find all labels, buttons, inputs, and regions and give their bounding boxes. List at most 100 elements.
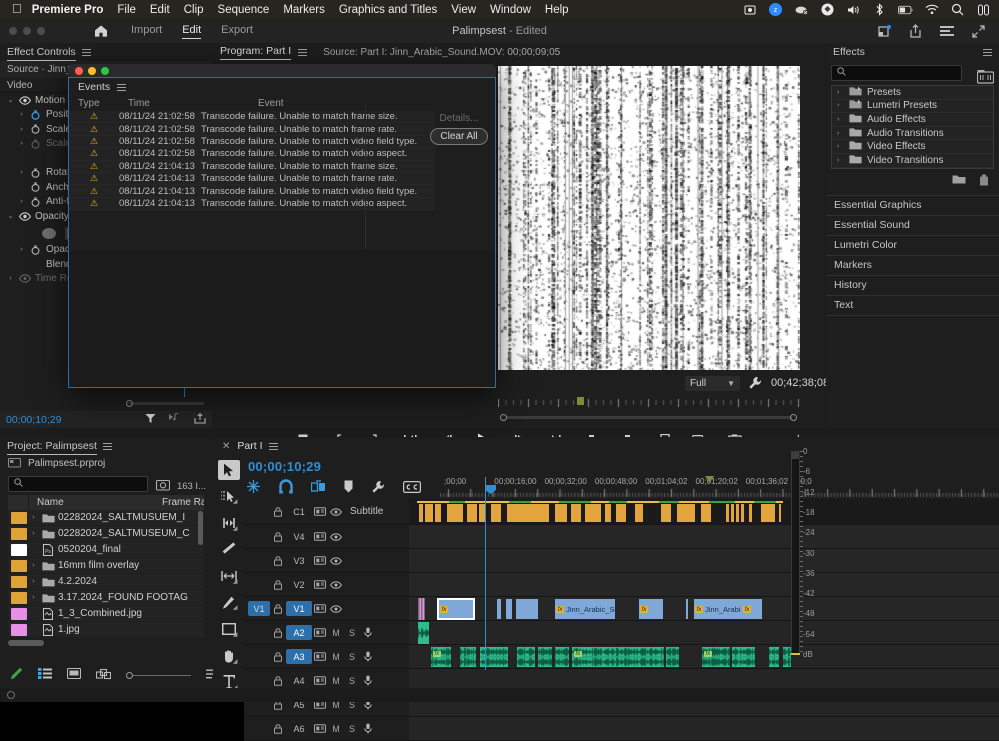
monitor-menu-icon[interactable] bbox=[298, 47, 307, 58]
track-sync-lock-icon[interactable] bbox=[312, 504, 328, 520]
track-sync-lock-icon[interactable] bbox=[312, 673, 328, 689]
project-item-row[interactable]: › 4.2.2024 bbox=[8, 574, 204, 590]
track-target-c1[interactable] bbox=[248, 504, 270, 519]
snap-linked-selection-icon[interactable] bbox=[246, 479, 261, 497]
active-app-name[interactable]: Premiere Pro bbox=[32, 4, 104, 16]
project-item-color-swatch[interactable] bbox=[11, 576, 27, 588]
track-output-icon[interactable] bbox=[328, 577, 344, 593]
home-icon[interactable] bbox=[93, 24, 109, 38]
project-search-input[interactable] bbox=[23, 479, 155, 490]
eye-icon[interactable] bbox=[17, 96, 32, 105]
add-marker-icon[interactable] bbox=[344, 480, 353, 496]
audio-clip[interactable]: fx bbox=[702, 647, 730, 667]
column-label-name[interactable]: Name bbox=[29, 497, 162, 508]
effects-folder-presets[interactable]: › Presets bbox=[832, 86, 993, 100]
subtitle-clip[interactable] bbox=[419, 504, 423, 522]
captions-icon[interactable] bbox=[403, 481, 421, 496]
effects-search-input[interactable] bbox=[850, 68, 982, 79]
chevron-right-icon[interactable]: › bbox=[837, 143, 844, 150]
project-item-row[interactable]: › 3.17.2024_FOUND FOOTAG bbox=[8, 590, 204, 606]
events-window[interactable]: Events Type Time Event ⚠ 08/11/24 21:02:5… bbox=[68, 64, 496, 388]
audio-clip[interactable] bbox=[517, 647, 535, 667]
zoom-slider[interactable] bbox=[126, 672, 191, 679]
track-output-icon[interactable] bbox=[328, 529, 344, 545]
slip-tool[interactable]: ◢ bbox=[218, 566, 240, 586]
program-monitor-image[interactable] bbox=[498, 66, 800, 370]
track-voiceover-icon[interactable] bbox=[360, 673, 376, 689]
rectangle-tool[interactable]: ◢ bbox=[218, 619, 240, 639]
video-clip[interactable] bbox=[516, 599, 538, 619]
events-row[interactable]: ⚠ 08/11/24 21:04:13 Transcode failure. Una… bbox=[69, 198, 435, 210]
track-target-v2[interactable] bbox=[248, 577, 270, 592]
events-zoom-button[interactable] bbox=[101, 67, 109, 75]
menu-view[interactable]: View bbox=[451, 4, 476, 16]
track-target-a3[interactable] bbox=[248, 649, 270, 664]
effect-controls-timecode[interactable]: 00;00;10;29 bbox=[6, 414, 61, 426]
audio-clip[interactable]: fx bbox=[431, 647, 451, 667]
tab-export[interactable]: Export bbox=[221, 24, 253, 38]
events-close-button[interactable] bbox=[75, 67, 83, 75]
window-minimize-button[interactable] bbox=[23, 27, 31, 35]
panel-tab-history[interactable]: History bbox=[826, 276, 999, 296]
chevron-right-icon[interactable]: › bbox=[27, 562, 40, 569]
timeline-settings-icon[interactable] bbox=[371, 480, 385, 497]
pen-tool[interactable]: ◢ bbox=[218, 593, 240, 613]
subtitle-clip[interactable] bbox=[616, 504, 626, 522]
stopwatch-icon[interactable] bbox=[28, 168, 43, 178]
dropbox-icon[interactable] bbox=[820, 2, 835, 17]
track-mute-button[interactable]: M bbox=[328, 721, 344, 737]
track-lane-v1[interactable]: fx fx Jinn_Arabic_So fx fx Jinn_Arabi fx bbox=[409, 597, 999, 620]
track-lock-icon[interactable] bbox=[270, 601, 286, 617]
screenshot-icon[interactable] bbox=[742, 2, 757, 17]
track-target-v3[interactable] bbox=[248, 553, 270, 568]
track-lock-icon[interactable] bbox=[270, 529, 286, 545]
effects-folder-lumetri-presets[interactable]: › Lumetri Presets bbox=[832, 100, 993, 114]
track-voiceover-icon[interactable] bbox=[360, 649, 376, 665]
scroll-knob-left[interactable] bbox=[500, 414, 507, 421]
subtitle-clip[interactable] bbox=[731, 504, 734, 522]
ellipse-mask-icon[interactable] bbox=[42, 228, 56, 239]
export-icon[interactable] bbox=[194, 413, 206, 427]
video-clip[interactable]: fx Jinn_Arabic_So bbox=[555, 599, 615, 619]
track-name-a2[interactable]: A2 bbox=[286, 625, 312, 640]
window-close-button[interactable] bbox=[9, 27, 17, 35]
track-solo-button[interactable]: S bbox=[344, 673, 360, 689]
chevron-right-icon[interactable]: › bbox=[27, 594, 40, 601]
twirl-icon[interactable]: ⌄ bbox=[4, 212, 17, 220]
twirl-icon[interactable]: ⌄ bbox=[4, 96, 17, 104]
twirl-icon[interactable]: › bbox=[15, 126, 28, 133]
track-name-a4[interactable]: A4 bbox=[286, 673, 312, 688]
track-target-a6[interactable] bbox=[248, 721, 270, 736]
list-view-icon[interactable] bbox=[38, 668, 52, 682]
timeline-playhead-timecode[interactable]: 00;00;10;29 bbox=[248, 459, 321, 474]
twirl-icon[interactable]: › bbox=[4, 275, 17, 282]
progress-icon[interactable] bbox=[878, 25, 891, 38]
track-lane-a2[interactable] bbox=[409, 621, 999, 644]
track-name-v1[interactable]: V1 bbox=[286, 601, 312, 616]
events-row[interactable]: ⚠ 08/11/24 21:02:58 Transcode failure. Una… bbox=[69, 136, 435, 148]
column-label-type[interactable]: Type bbox=[78, 98, 128, 109]
fullscreen-icon[interactable] bbox=[972, 25, 985, 38]
audio-meter-solo-buttons[interactable] bbox=[791, 452, 800, 459]
chevron-right-icon[interactable]: › bbox=[837, 89, 844, 96]
track-lane-v4[interactable] bbox=[409, 525, 999, 548]
find-icon[interactable] bbox=[156, 479, 170, 494]
ripple-edit-tool[interactable]: ◢ bbox=[218, 513, 240, 533]
hand-tool[interactable]: ◢ bbox=[218, 646, 240, 666]
subtitle-clip[interactable] bbox=[491, 504, 501, 522]
track-lock-icon[interactable] bbox=[270, 625, 286, 641]
scroll-track[interactable] bbox=[506, 416, 792, 419]
subtitle-clip[interactable] bbox=[447, 504, 463, 522]
track-voiceover-icon[interactable] bbox=[360, 721, 376, 737]
project-file-row[interactable]: Palimpsest.prproj bbox=[0, 455, 212, 472]
menu-edit[interactable]: Edit bbox=[150, 4, 170, 16]
subtitle-clip[interactable] bbox=[605, 504, 611, 522]
track-lock-icon[interactable] bbox=[270, 721, 286, 737]
track-output-icon[interactable] bbox=[328, 553, 344, 569]
snap-magnet-icon[interactable] bbox=[279, 479, 293, 497]
cloud-off-icon[interactable] bbox=[794, 2, 809, 17]
battery-icon[interactable] bbox=[898, 2, 913, 17]
subtitle-clip[interactable] bbox=[677, 504, 695, 522]
project-item-row[interactable]: › 02282024_SALTMUSUEM_I bbox=[8, 510, 204, 526]
bluetooth-icon[interactable] bbox=[872, 2, 887, 17]
